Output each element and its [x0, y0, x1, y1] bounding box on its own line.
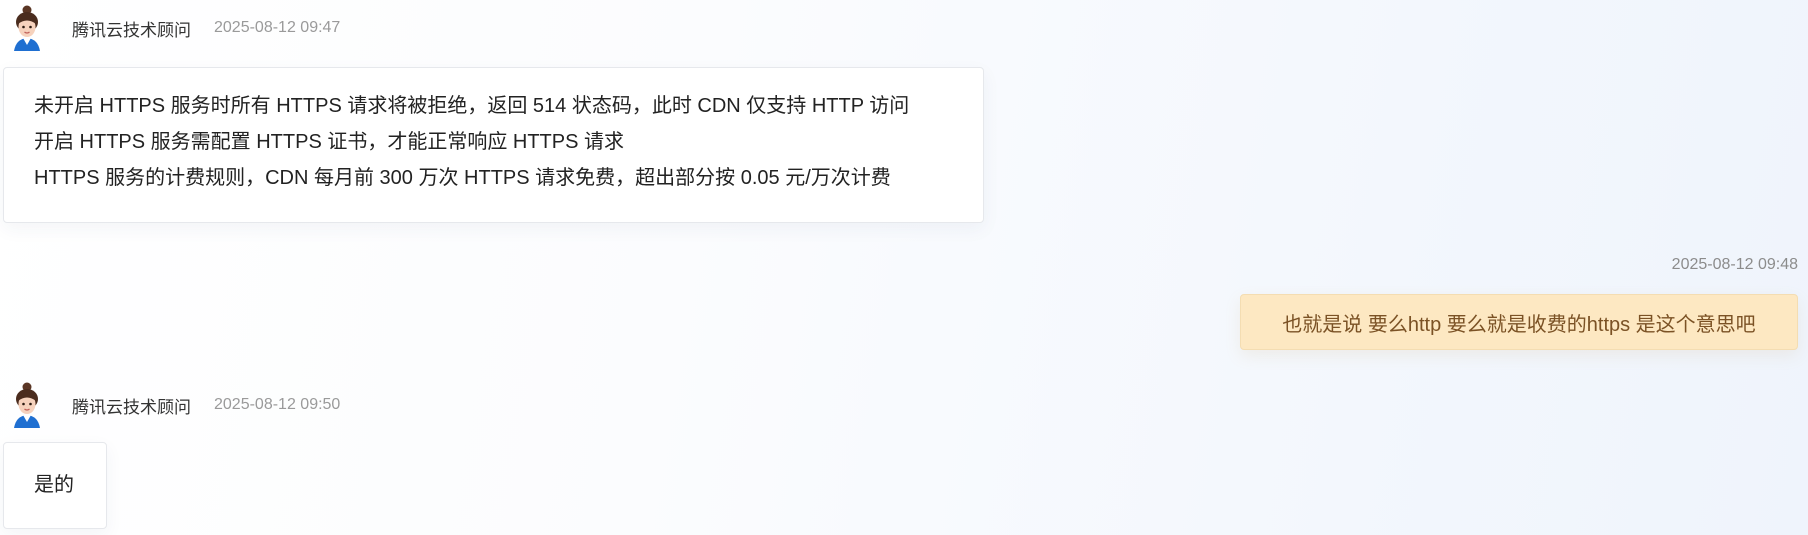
message-line: 未开启 HTTPS 服务时所有 HTTPS 请求将被拒绝，返回 514 状态码，… [34, 95, 910, 117]
message-line: 是的 [34, 474, 74, 496]
message-header: 腾讯云技术顾问 2025-08-12 09:47 [10, 5, 340, 51]
advisor-message-bubble: 未开启 HTTPS 服务时所有 HTTPS 请求将被拒绝，返回 514 状态码，… [3, 67, 984, 223]
user-message-bubble: 也就是说 要么http 要么就是收费的https 是这个意思吧 [1240, 294, 1798, 350]
message-timestamp: 2025-08-12 09:48 [1671, 256, 1798, 273]
advisor-avatar-icon[interactable] [10, 5, 44, 51]
sender-name: 腾讯云技术顾问 [72, 397, 191, 417]
message-timestamp: 2025-08-12 09:50 [214, 396, 341, 413]
message-line: HTTPS 服务的计费规则，CDN 每月前 300 万次 HTTPS 请求免费，… [34, 167, 891, 189]
message-timestamp: 2025-08-12 09:47 [214, 19, 341, 36]
advisor-message-bubble: 是的 [3, 442, 107, 529]
sender-name: 腾讯云技术顾问 [72, 20, 191, 40]
message-line: 开启 HTTPS 服务需配置 HTTPS 证书，才能正常响应 HTTPS 请求 [34, 131, 625, 153]
message-header: 腾讯云技术顾问 2025-08-12 09:50 [10, 382, 340, 428]
advisor-avatar-icon[interactable] [10, 382, 44, 428]
